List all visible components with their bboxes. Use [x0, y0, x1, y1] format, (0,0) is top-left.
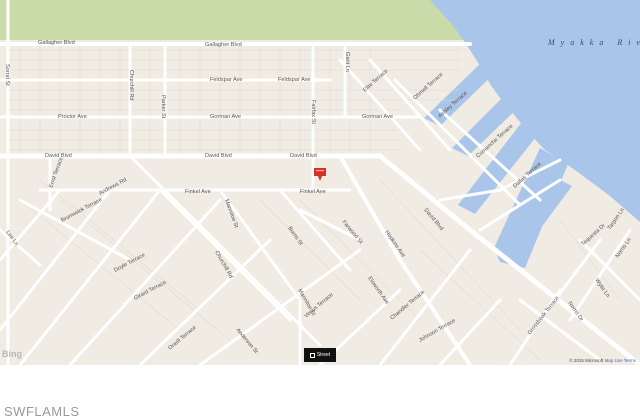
street-label: Proctor Ave: [58, 114, 87, 120]
street-label: Parker St: [160, 95, 166, 119]
street-label: Fairfax St: [310, 100, 316, 124]
street-label: David Blvd: [205, 153, 232, 159]
street-label: Gallagher Blvd: [38, 40, 75, 46]
streetside-button[interactable]: Street: [304, 348, 336, 362]
street-label: Sorrel St: [4, 64, 10, 86]
street-label: Gorman Ave: [362, 114, 393, 120]
street-label: Finkel Ave: [300, 189, 326, 195]
street-label: Churchill Rd: [128, 70, 134, 100]
streetside-label: Street: [316, 352, 331, 358]
streetside-icon: [309, 352, 315, 358]
street-label: Finkel Ave: [185, 189, 211, 195]
water-label: Myakka River: [547, 38, 640, 47]
map-canvas[interactable]: Myakka River Gallagher Blvd Gallagher Bl…: [0, 0, 640, 365]
bing-logo: Bing: [2, 349, 22, 359]
map-attribution: © 2015 Microsoft Map Use Terms: [569, 358, 636, 363]
street-label: Gorman Ave: [210, 114, 241, 120]
copyright-text: © 2015 Microsoft: [569, 358, 604, 363]
map-terms-link[interactable]: Map Use Terms: [605, 358, 636, 363]
street-label: David Blvd: [290, 153, 317, 159]
street-label: Feldspar Ave: [278, 77, 311, 83]
street-label: Gallagher Blvd: [205, 42, 242, 48]
street-label: Gant Ln: [344, 52, 350, 72]
street-label: Feldspar Ave: [210, 77, 243, 83]
park-area: [0, 0, 470, 40]
